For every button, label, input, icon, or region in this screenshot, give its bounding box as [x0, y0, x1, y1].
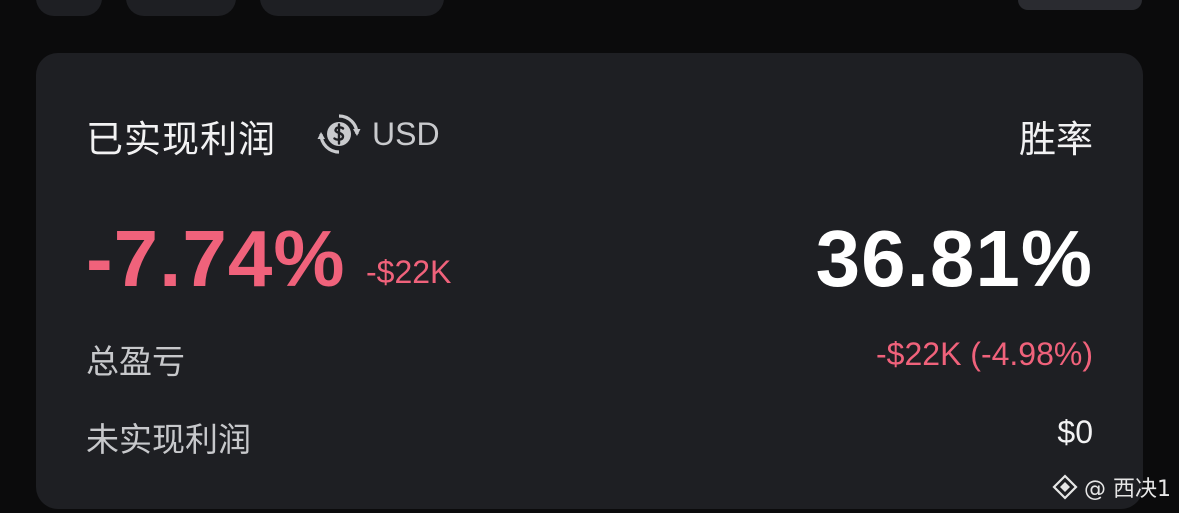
watermark-text: @ 西决1: [1084, 477, 1171, 502]
currency-toggle[interactable]: USD: [316, 111, 440, 157]
realized-profit-amount: -$22K: [366, 254, 452, 290]
currency-swap-icon: [317, 114, 361, 154]
total-pnl-label: 总盈亏: [86, 342, 185, 381]
top-filter-pill-3[interactable]: [260, 0, 444, 16]
binance-square-logo: [1052, 474, 1078, 500]
currency-label: USD: [372, 115, 440, 152]
top-right-button[interactable]: [1018, 0, 1142, 10]
realized-profit-title: 已实现利润: [86, 118, 276, 161]
realized-profit-card: 已实现利润 USD 胜率 -7.74% -$22K 36.81% 总盈亏 -$2…: [36, 53, 1143, 509]
unrealized-profit-label: 未实现利润: [86, 420, 251, 459]
win-rate-title: 胜率: [1019, 118, 1093, 161]
top-filter-pill-1[interactable]: [36, 0, 102, 16]
top-filter-pill-2[interactable]: [126, 0, 236, 16]
win-rate-value: 36.81%: [815, 214, 1093, 303]
realized-profit-percent: -7.74%: [86, 214, 346, 303]
watermark: @ 西决1: [1052, 471, 1171, 503]
unrealized-profit-value: $0: [1057, 414, 1093, 450]
total-pnl-value: -$22K (-4.98%): [876, 336, 1093, 372]
